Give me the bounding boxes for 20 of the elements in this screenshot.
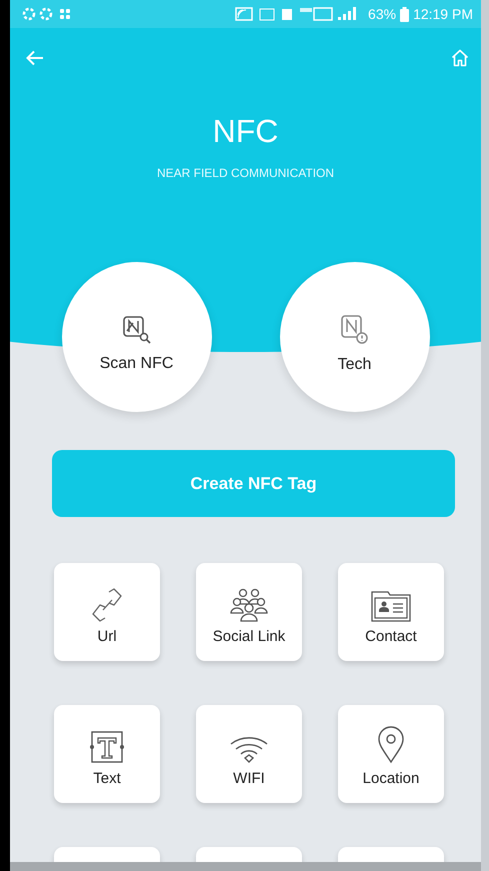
tag-type-tile[interactable]: Location bbox=[338, 705, 444, 803]
location-pin-icon bbox=[377, 726, 405, 764]
page-subtitle: NEAR FIELD COMMUNICATION bbox=[156, 166, 334, 180]
back-arrow-icon[interactable] bbox=[26, 50, 44, 66]
nfc-alert-icon bbox=[340, 314, 370, 346]
group-of-people-icon bbox=[229, 588, 269, 622]
battery-icon bbox=[400, 6, 410, 22]
nfc-search-icon bbox=[122, 315, 152, 345]
page-title: NFC bbox=[212, 113, 278, 150]
tag-type-tile[interactable]: Url bbox=[54, 563, 160, 661]
wifi-icon bbox=[229, 734, 269, 764]
text-box-icon bbox=[88, 730, 126, 764]
battery-percent: 63% bbox=[368, 6, 396, 22]
tag-type-tile[interactable]: Social Link bbox=[196, 563, 302, 661]
clock-time: 12:19 PM bbox=[413, 6, 473, 22]
tag-type-tile[interactable]: WIFI bbox=[196, 705, 302, 803]
link-icon bbox=[91, 588, 123, 622]
tag-type-tile[interactable]: Text bbox=[54, 705, 160, 803]
home-icon[interactable] bbox=[451, 49, 469, 67]
tag-type-tile[interactable]: Contact bbox=[338, 563, 444, 661]
